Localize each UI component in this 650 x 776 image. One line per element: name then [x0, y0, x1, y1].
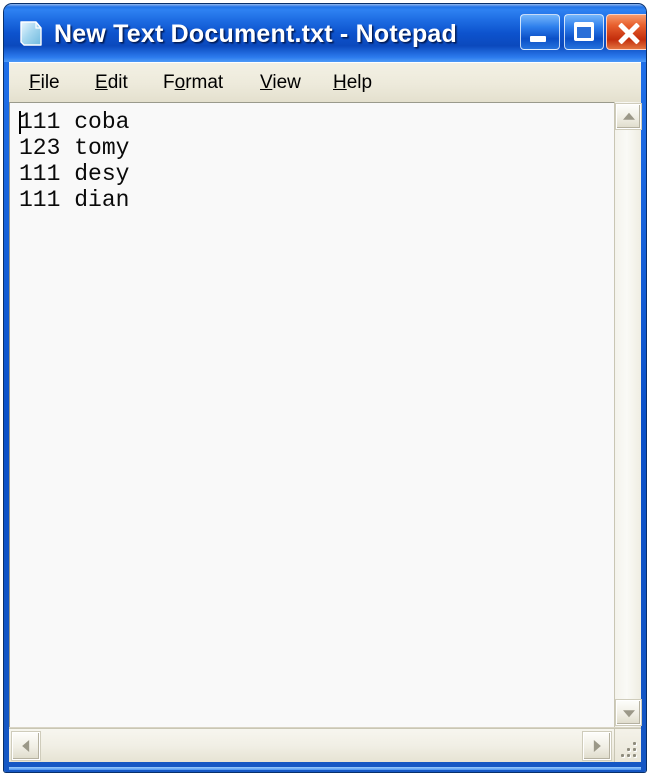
menu-label-format: rmat [185, 72, 224, 93]
minimize-icon [530, 36, 546, 42]
menu-accel-format: o [174, 72, 186, 93]
menu-item-edit[interactable]: Edit [89, 68, 134, 98]
menu-item-file[interactable]: File [23, 68, 66, 98]
text-editor-area[interactable]: 111 coba 123 tomy 111 desy 111 dian [9, 102, 614, 727]
title-bar[interactable]: New Text Document.txt - Notepad [4, 4, 646, 62]
close-button[interactable] [606, 14, 646, 50]
menu-item-format[interactable]: Format [157, 68, 229, 98]
scroll-right-icon [593, 740, 601, 752]
maximize-icon [574, 22, 594, 41]
menu-accel-edit: E [95, 72, 108, 93]
client-area: 111 coba 123 tomy 111 desy 111 dian [9, 102, 641, 762]
menu-prefix-format: F [163, 72, 175, 93]
horizontal-scrollbar[interactable] [9, 728, 614, 762]
menu-item-help[interactable]: Help [327, 68, 378, 98]
notepad-document-icon [18, 20, 44, 48]
window-bottom-edge [9, 767, 641, 770]
menu-accel-view: V [260, 72, 273, 93]
vertical-scrollbar[interactable] [614, 102, 641, 727]
scroll-up-button[interactable] [616, 104, 641, 129]
scroll-down-icon [622, 709, 635, 717]
menu-label-file: ile [40, 72, 60, 93]
menu-accel-file: F [29, 72, 41, 93]
minimize-button[interactable] [520, 14, 560, 50]
scroll-left-icon [22, 740, 30, 752]
document-text: 111 coba 123 tomy 111 desy 111 dian [19, 109, 130, 213]
window-title: New Text Document.txt - Notepad [54, 20, 457, 48]
scroll-left-button[interactable] [12, 732, 40, 760]
menu-label-help: elp [346, 72, 373, 93]
scroll-right-button[interactable] [583, 732, 611, 760]
menu-accel-help: H [333, 72, 347, 93]
menu-bar: File Edit Format View Help [9, 62, 641, 102]
menu-label-edit: dit [107, 72, 128, 93]
scroll-down-button[interactable] [616, 700, 641, 725]
notepad-window: New Text Document.txt - Notepad File Edi… [4, 4, 646, 772]
scroll-up-icon [622, 112, 635, 120]
menu-label-view: iew [272, 72, 301, 93]
maximize-button[interactable] [564, 14, 604, 50]
menu-item-view[interactable]: View [254, 68, 307, 98]
resize-grip[interactable] [614, 728, 641, 762]
